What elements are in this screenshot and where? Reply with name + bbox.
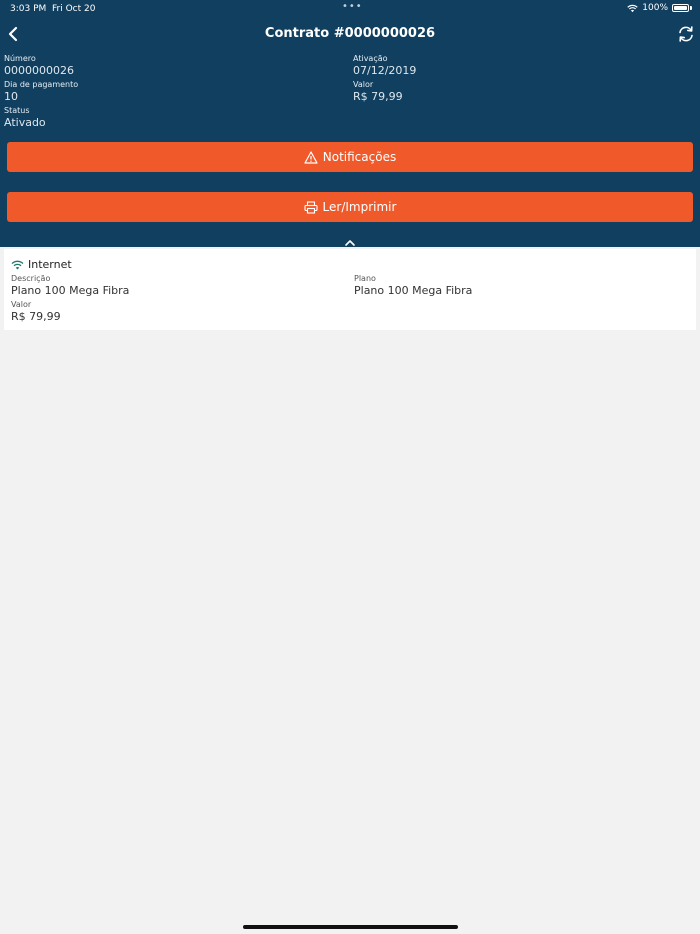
status-time: 3:03 PM bbox=[10, 4, 47, 14]
field-numero: Número 0000000026 bbox=[4, 54, 74, 78]
status-date: Fri Oct 20 bbox=[52, 4, 96, 14]
imprimir-button[interactable]: Ler/Imprimir bbox=[7, 192, 693, 222]
chevron-up-icon bbox=[345, 240, 355, 246]
ativacao-label: Ativação bbox=[353, 54, 388, 63]
multitasking-dots-icon[interactable]: ••• bbox=[342, 1, 363, 12]
ativacao-value: 07/12/2019 bbox=[353, 64, 417, 77]
battery-icon bbox=[672, 4, 689, 12]
notificacoes-button[interactable]: Notificações bbox=[7, 142, 693, 172]
collapse-button[interactable] bbox=[343, 233, 357, 246]
service-valor-label: Valor bbox=[11, 300, 32, 309]
numero-value: 0000000026 bbox=[4, 64, 74, 77]
status-label: Status bbox=[4, 106, 30, 115]
service-valor-value: R$ 79,99 bbox=[11, 310, 61, 323]
field-service-valor: Valor R$ 79,99 bbox=[11, 300, 61, 324]
notificacoes-label: Notificações bbox=[322, 150, 397, 164]
wifi-status-icon bbox=[627, 4, 638, 12]
status-value: Ativado bbox=[4, 116, 46, 129]
valor-value: R$ 79,99 bbox=[353, 90, 403, 103]
field-dia-pagamento: Dia de pagamento 10 bbox=[4, 80, 78, 104]
plano-label: Plano bbox=[354, 274, 376, 283]
field-descricao: Descrição Plano 100 Mega Fibra bbox=[11, 274, 129, 298]
refresh-icon bbox=[679, 26, 693, 42]
descricao-label: Descrição bbox=[11, 274, 51, 283]
home-indicator[interactable] bbox=[243, 925, 458, 929]
imprimir-label: Ler/Imprimir bbox=[322, 200, 397, 214]
service-title-label: Internet bbox=[28, 258, 72, 271]
field-status: Status Ativado bbox=[4, 106, 46, 130]
nav-bar: Contrato #0000000026 bbox=[0, 22, 700, 46]
field-plano: Plano Plano 100 Mega Fibra bbox=[354, 274, 472, 298]
plano-value: Plano 100 Mega Fibra bbox=[354, 284, 473, 297]
field-ativacao: Ativação 07/12/2019 bbox=[353, 54, 416, 78]
status-bar: 3:03 PM Fri Oct 20 ••• 100% bbox=[0, 0, 700, 18]
dia-label: Dia de pagamento bbox=[4, 80, 79, 89]
page-title: Contrato #0000000026 bbox=[264, 26, 436, 41]
dia-value: 10 bbox=[4, 90, 18, 103]
service-title: Internet bbox=[11, 258, 72, 271]
numero-label: Número bbox=[4, 54, 36, 63]
wifi-icon bbox=[11, 260, 24, 269]
descricao-value: Plano 100 Mega Fibra bbox=[11, 284, 130, 297]
contract-header: 3:03 PM Fri Oct 20 ••• 100% Contrato #00… bbox=[0, 0, 700, 247]
battery-percent: 100% bbox=[642, 3, 668, 13]
battery-nub bbox=[690, 6, 692, 10]
printer-icon bbox=[303, 200, 318, 214]
service-card: Internet Descrição Plano 100 Mega Fibra … bbox=[4, 249, 696, 330]
warning-icon bbox=[304, 150, 318, 164]
status-right: 100% bbox=[627, 3, 692, 13]
field-valor: Valor R$ 79,99 bbox=[353, 80, 403, 104]
valor-label: Valor bbox=[353, 80, 374, 89]
refresh-button[interactable] bbox=[676, 24, 696, 44]
